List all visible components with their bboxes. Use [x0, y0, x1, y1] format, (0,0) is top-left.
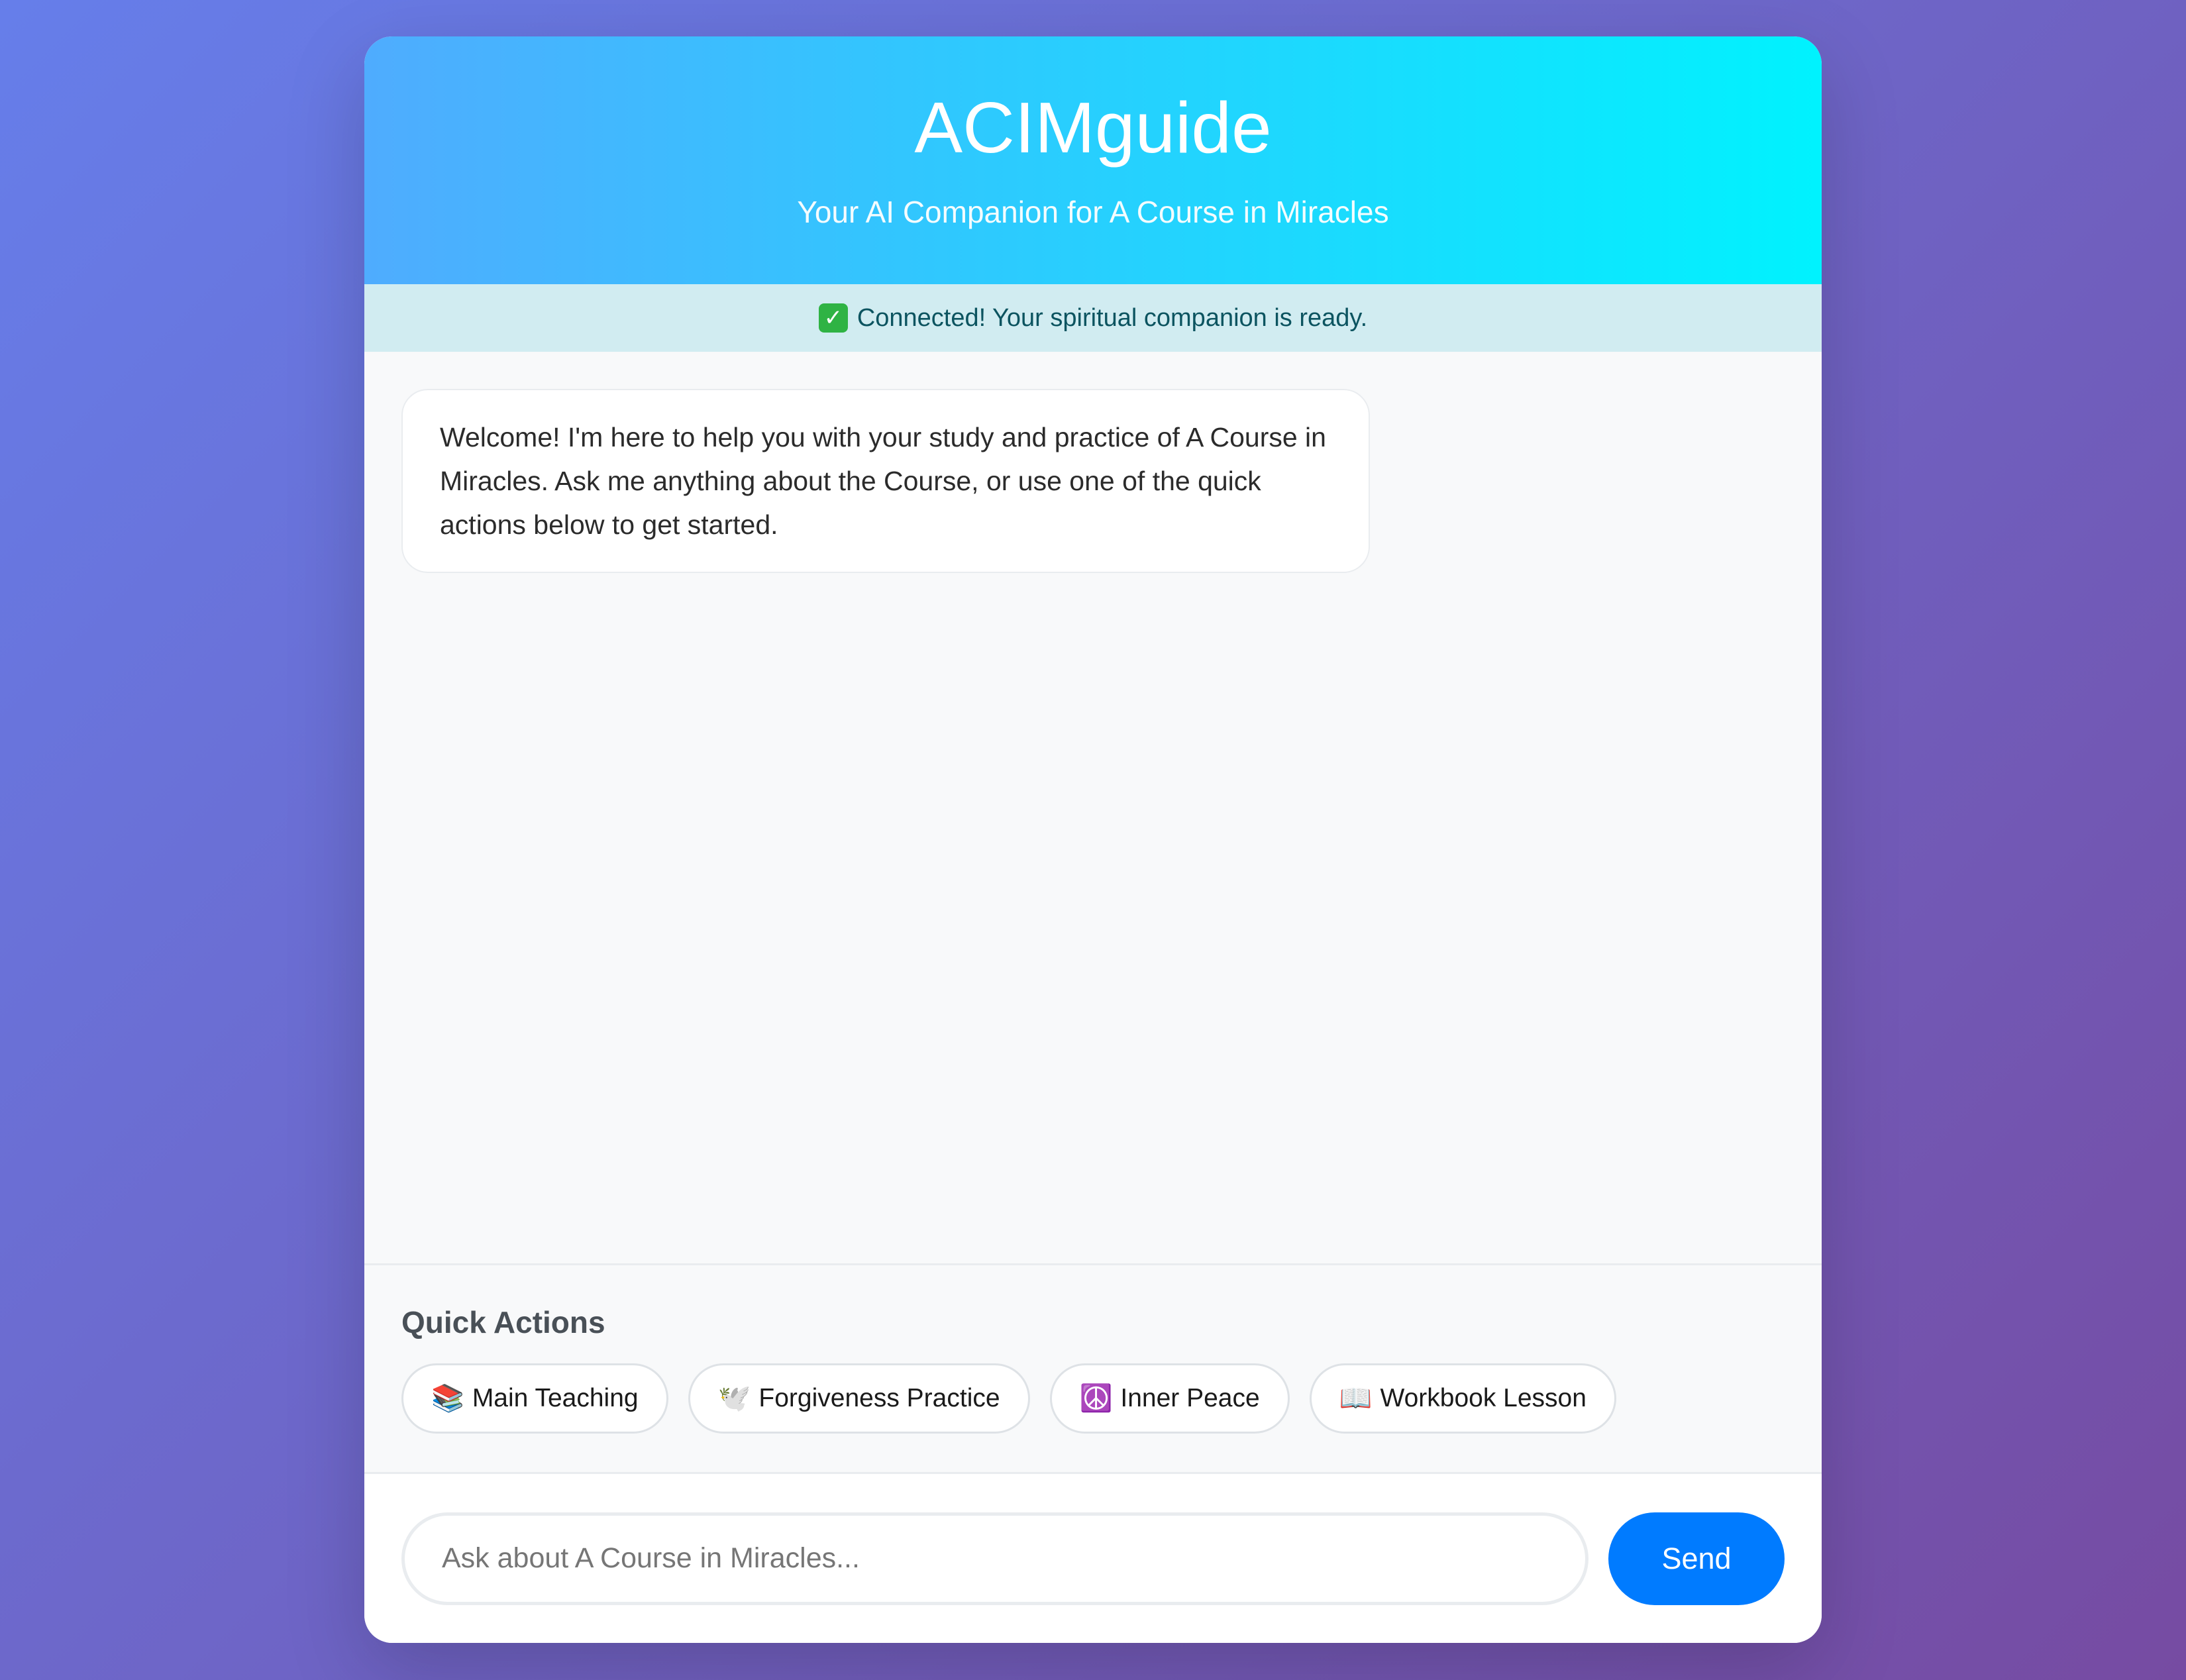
message-input-area: Send [364, 1474, 1822, 1643]
quick-action-main-teaching-button[interactable]: 📚 Main Teaching [401, 1363, 668, 1434]
dove-icon: 🕊️ [717, 1384, 751, 1413]
quick-action-inner-peace-button[interactable]: ☮️ Inner Peace [1049, 1363, 1290, 1434]
assistant-message-bubble: Welcome! I'm here to help you with your … [401, 389, 1370, 573]
quick-action-label: Workbook Lesson [1380, 1384, 1587, 1412]
quick-action-label: Forgiveness Practice [758, 1384, 1000, 1412]
check-mark-icon: ✓ [818, 303, 848, 333]
quick-action-label: Inner Peace [1120, 1384, 1260, 1412]
app-header: ACIMguide Your AI Companion for A Course… [364, 36, 1822, 284]
message-list[interactable]: Welcome! I'm here to help you with your … [364, 352, 1822, 1263]
connection-status-text: Connected! Your spiritual companion is r… [857, 303, 1368, 332]
quick-actions-panel: Quick Actions 📚 Main Teaching 🕊️ Forgive… [364, 1263, 1822, 1474]
quick-actions-title: Quick Actions [401, 1305, 605, 1339]
send-button[interactable]: Send [1608, 1512, 1785, 1605]
quick-action-forgiveness-practice-button[interactable]: 🕊️ Forgiveness Practice [688, 1363, 1030, 1434]
peace-symbol-icon: ☮️ [1079, 1384, 1113, 1413]
message-input[interactable] [401, 1512, 1588, 1605]
connection-status-bar: ✓ Connected! Your spiritual companion is… [364, 284, 1822, 352]
quick-action-label: Main Teaching [472, 1384, 639, 1412]
quick-action-workbook-lesson-button[interactable]: 📖 Workbook Lesson [1309, 1363, 1616, 1434]
app-subtitle: Your AI Companion for A Course in Miracl… [797, 195, 1389, 229]
app-title: ACIMguide [914, 87, 1272, 168]
open-book-icon: 📖 [1339, 1384, 1373, 1413]
books-icon: 📚 [431, 1384, 464, 1413]
quick-actions-list: 📚 Main Teaching 🕊️ Forgiveness Practice … [401, 1363, 1785, 1434]
chat-app-window: ACIMguide Your AI Companion for A Course… [364, 36, 1822, 1643]
